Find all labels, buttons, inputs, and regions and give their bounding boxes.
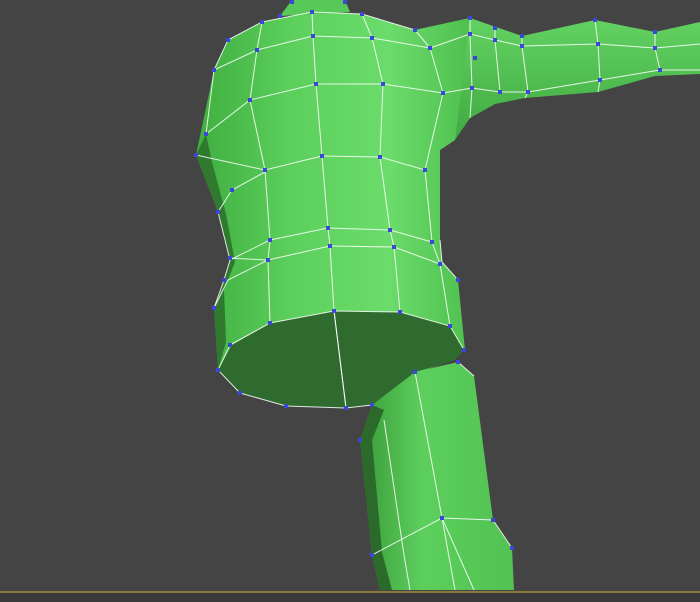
mesh-canvas[interactable] (0, 0, 700, 600)
viewport-3d[interactable] (0, 0, 700, 602)
viewport-bottom-border (0, 591, 700, 602)
